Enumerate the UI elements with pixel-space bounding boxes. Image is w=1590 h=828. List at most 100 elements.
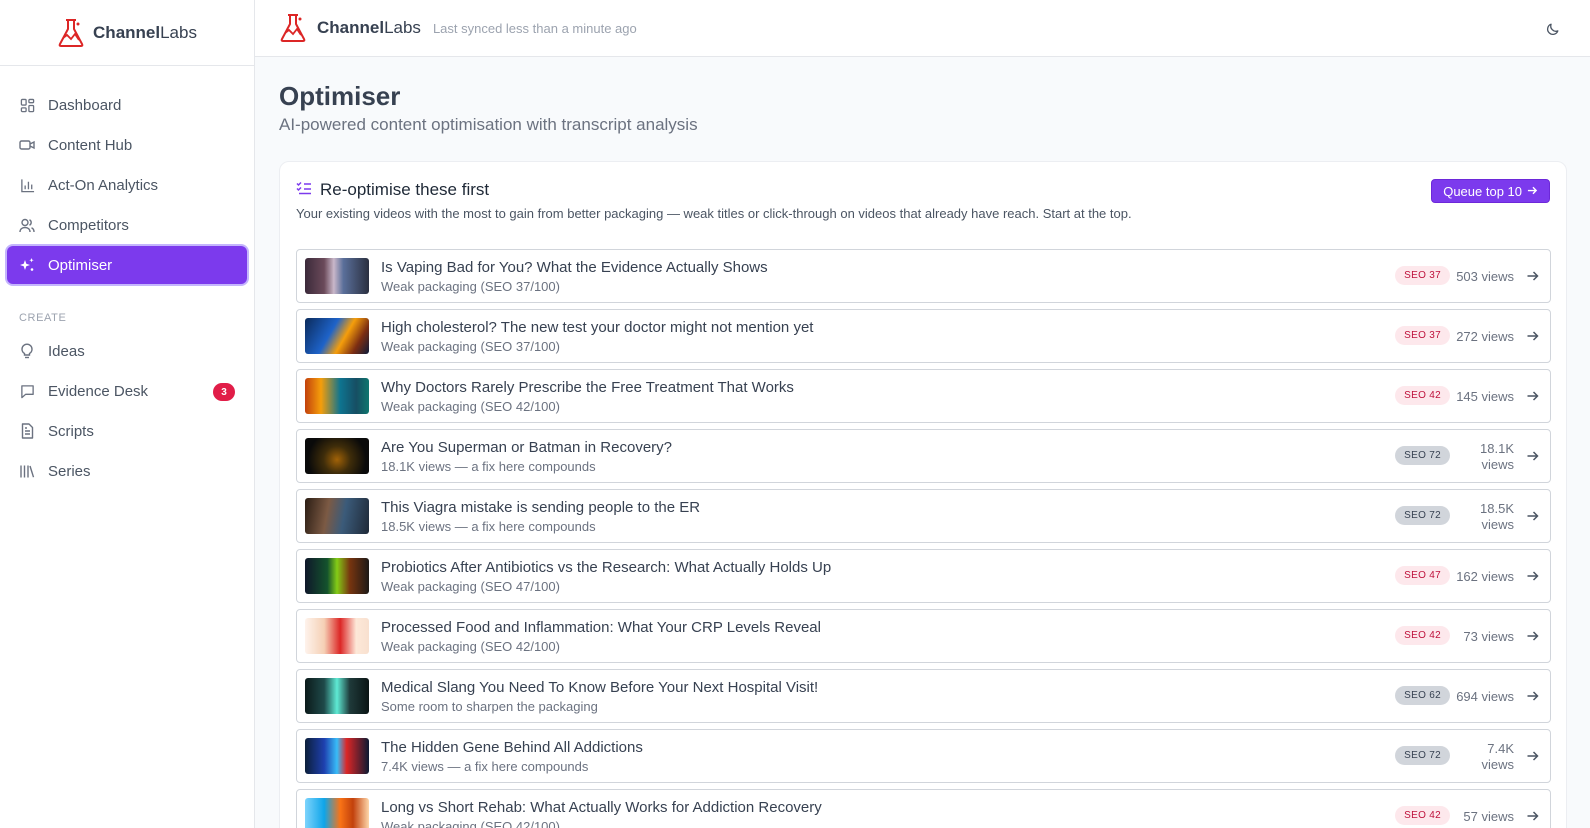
view-count: 272 views [1456, 329, 1514, 344]
view-count: 694 views [1456, 689, 1514, 704]
seo-badge: SEO 72 [1395, 446, 1450, 465]
sparkles-icon [19, 257, 35, 273]
page-subtitle: AI-powered content optimisation with tra… [279, 115, 698, 134]
view-count: 7.4K views [1481, 741, 1514, 772]
video-row[interactable]: High cholesterol? The new test your doct… [296, 309, 1551, 363]
video-thumbnail [305, 498, 369, 534]
sidebar-item-scripts[interactable]: Scripts [7, 412, 247, 450]
video-subtitle: Weak packaging (SEO 37/100) [381, 339, 560, 354]
arrow-right-icon[interactable] [1526, 449, 1540, 463]
queue-top-10-button[interactable]: Queue top 10 [1431, 179, 1550, 203]
arrow-right-icon[interactable] [1526, 749, 1540, 763]
sidebar-brand[interactable]: ChannelLabs [0, 0, 254, 66]
arrow-right-icon[interactable] [1526, 509, 1540, 523]
video-row[interactable]: This Viagra mistake is sending people to… [296, 489, 1551, 543]
card-description: Your existing videos with the most to ga… [296, 206, 1132, 221]
sidebar-item-ideas[interactable]: Ideas [7, 332, 247, 370]
flask-logo-icon[interactable] [279, 13, 307, 43]
arrow-right-icon[interactable] [1526, 809, 1540, 823]
brand-name: ChannelLabs [317, 18, 421, 37]
sidebar-item-label: Dashboard [48, 96, 122, 114]
video-row[interactable]: Medical Slang You Need To Know Before Yo… [296, 669, 1551, 723]
sidebar-item-label: Evidence Desk [48, 382, 149, 400]
view-count: 73 views [1463, 629, 1514, 644]
view-count: 162 views [1456, 569, 1514, 584]
video-title: Probiotics After Antibiotics vs the Rese… [381, 559, 832, 576]
seo-badge: SEO 42 [1395, 806, 1450, 825]
video-title: This Viagra mistake is sending people to… [381, 499, 701, 516]
arrow-right-icon[interactable] [1526, 569, 1540, 583]
queue-button-label: Queue top 10 [1443, 183, 1522, 199]
seo-badge: SEO 62 [1395, 686, 1450, 705]
video-row[interactable]: Probiotics After Antibiotics vs the Rese… [296, 549, 1551, 603]
video-thumbnail [305, 258, 369, 294]
sidebar-item-optimiser[interactable]: Optimiser [7, 246, 247, 284]
video-row[interactable]: Why Doctors Rarely Prescribe the Free Tr… [296, 369, 1551, 423]
video-title: The Hidden Gene Behind All Addictions [381, 739, 643, 756]
arrow-right-icon[interactable] [1526, 629, 1540, 643]
video-title: Is Vaping Bad for You? What the Evidence… [381, 259, 768, 276]
view-count: 57 views [1463, 809, 1514, 824]
video-subtitle: 18.1K views — a fix here compounds [381, 459, 596, 474]
arrow-right-icon[interactable] [1526, 269, 1540, 283]
video-row[interactable]: Are You Superman or Batman in Recovery? … [296, 429, 1551, 483]
sidebar-item-evidence-desk[interactable]: Evidence Desk 3 [7, 372, 247, 410]
sidebar-item-act-on-analytics[interactable]: Act-On Analytics [7, 166, 247, 204]
video-thumbnail [305, 618, 369, 654]
video-subtitle: 7.4K views — a fix here compounds [381, 759, 589, 774]
main-content: Optimiser AI-powered content optimisatio… [255, 57, 1590, 828]
video-thumbnail [305, 438, 369, 474]
video-icon [19, 137, 35, 153]
sidebar-item-label: Ideas [48, 342, 85, 360]
sidebar-nav: Dashboard Content Hub Act-On Analytics C… [0, 66, 254, 490]
evidence-desk-badge: 3 [213, 383, 235, 401]
view-count: 18.1K views [1480, 441, 1514, 472]
video-thumbnail [305, 318, 369, 354]
video-list: Is Vaping Bad for You? What the Evidence… [296, 249, 1551, 828]
reoptimise-card: Re-optimise these first Your existing vi… [279, 161, 1567, 828]
sidebar-item-content-hub[interactable]: Content Hub [7, 126, 247, 164]
video-title: High cholesterol? The new test your doct… [381, 319, 814, 336]
video-row[interactable]: The Hidden Gene Behind All Addictions 7.… [296, 729, 1551, 783]
sidebar-item-label: Content Hub [48, 136, 133, 154]
video-row[interactable]: Processed Food and Inflammation: What Yo… [296, 609, 1551, 663]
video-thumbnail [305, 558, 369, 594]
sidebar-item-dashboard[interactable]: Dashboard [7, 86, 247, 124]
moon-icon[interactable] [1544, 20, 1562, 38]
sidebar-item-label: Act-On Analytics [48, 176, 159, 194]
video-thumbnail [305, 678, 369, 714]
message-icon [19, 383, 35, 399]
seo-badge: SEO 42 [1395, 626, 1450, 645]
lightbulb-icon [19, 343, 35, 359]
library-icon [19, 463, 35, 479]
video-subtitle: Weak packaging (SEO 42/100) [381, 639, 560, 654]
flask-logo-icon [57, 18, 85, 48]
card-header: Re-optimise these first [296, 180, 489, 200]
video-row[interactable]: Long vs Short Rehab: What Actually Works… [296, 789, 1551, 828]
seo-badge: SEO 37 [1395, 266, 1450, 285]
arrow-right-icon[interactable] [1526, 689, 1540, 703]
video-thumbnail [305, 738, 369, 774]
arrow-right-icon[interactable] [1526, 329, 1540, 343]
video-title: Why Doctors Rarely Prescribe the Free Tr… [381, 379, 794, 396]
nav-section-create: CREATE [19, 312, 67, 324]
arrow-right-icon[interactable] [1526, 389, 1540, 403]
sidebar-item-label: Optimiser [48, 256, 113, 274]
page-title: Optimiser [279, 81, 401, 111]
video-title: Long vs Short Rehab: What Actually Works… [381, 799, 822, 816]
video-subtitle: 18.5K views — a fix here compounds [381, 519, 596, 534]
sidebar: ChannelLabs Dashboard Content Hub Act-On… [0, 0, 255, 828]
video-title: Medical Slang You Need To Know Before Yo… [381, 679, 819, 696]
dashboard-icon [19, 97, 35, 113]
brand-name: ChannelLabs [93, 22, 197, 42]
video-row[interactable]: Is Vaping Bad for You? What the Evidence… [296, 249, 1551, 303]
sidebar-item-competitors[interactable]: Competitors [7, 206, 247, 244]
sidebar-item-label: Series [48, 462, 91, 480]
seo-badge: SEO 42 [1395, 386, 1450, 405]
video-title: Processed Food and Inflammation: What Yo… [381, 619, 821, 636]
card-title: Re-optimise these first [320, 180, 490, 199]
sync-status: Last synced less than a minute ago [432, 20, 637, 36]
list-check-icon [296, 181, 312, 200]
document-icon [19, 423, 35, 439]
sidebar-item-series[interactable]: Series [7, 452, 247, 490]
